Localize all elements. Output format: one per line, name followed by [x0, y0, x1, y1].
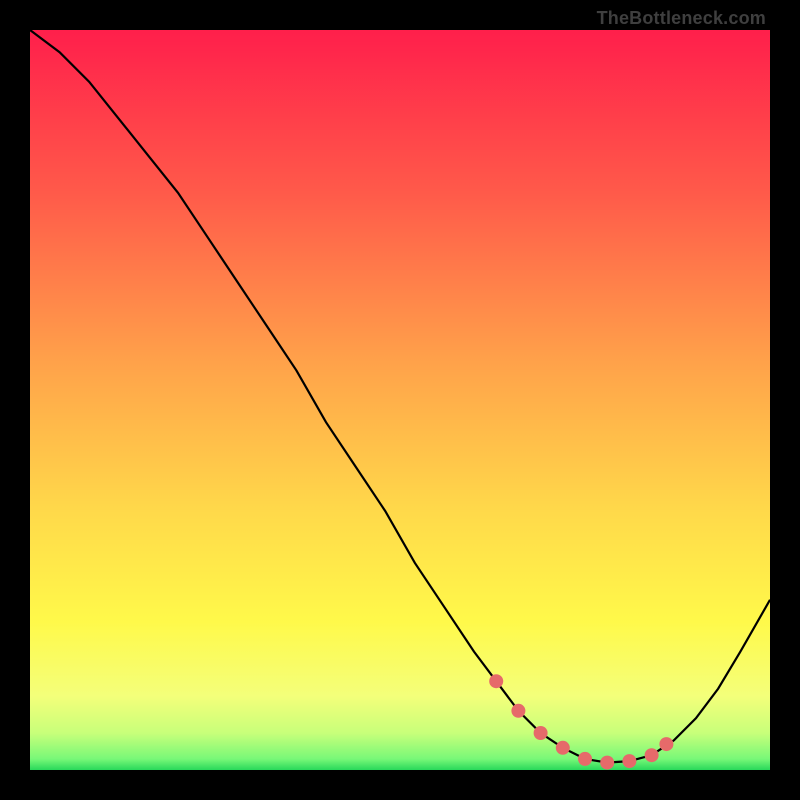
data-marker — [600, 756, 614, 770]
data-marker — [534, 726, 548, 740]
gradient-background — [30, 30, 770, 770]
data-marker — [645, 748, 659, 762]
chart-area — [30, 30, 770, 770]
data-marker — [578, 752, 592, 766]
watermark-text: TheBottleneck.com — [597, 8, 766, 29]
chart-svg — [30, 30, 770, 770]
data-marker — [489, 674, 503, 688]
data-marker — [511, 704, 525, 718]
data-marker — [622, 754, 636, 768]
data-marker — [556, 741, 570, 755]
data-marker — [659, 737, 673, 751]
